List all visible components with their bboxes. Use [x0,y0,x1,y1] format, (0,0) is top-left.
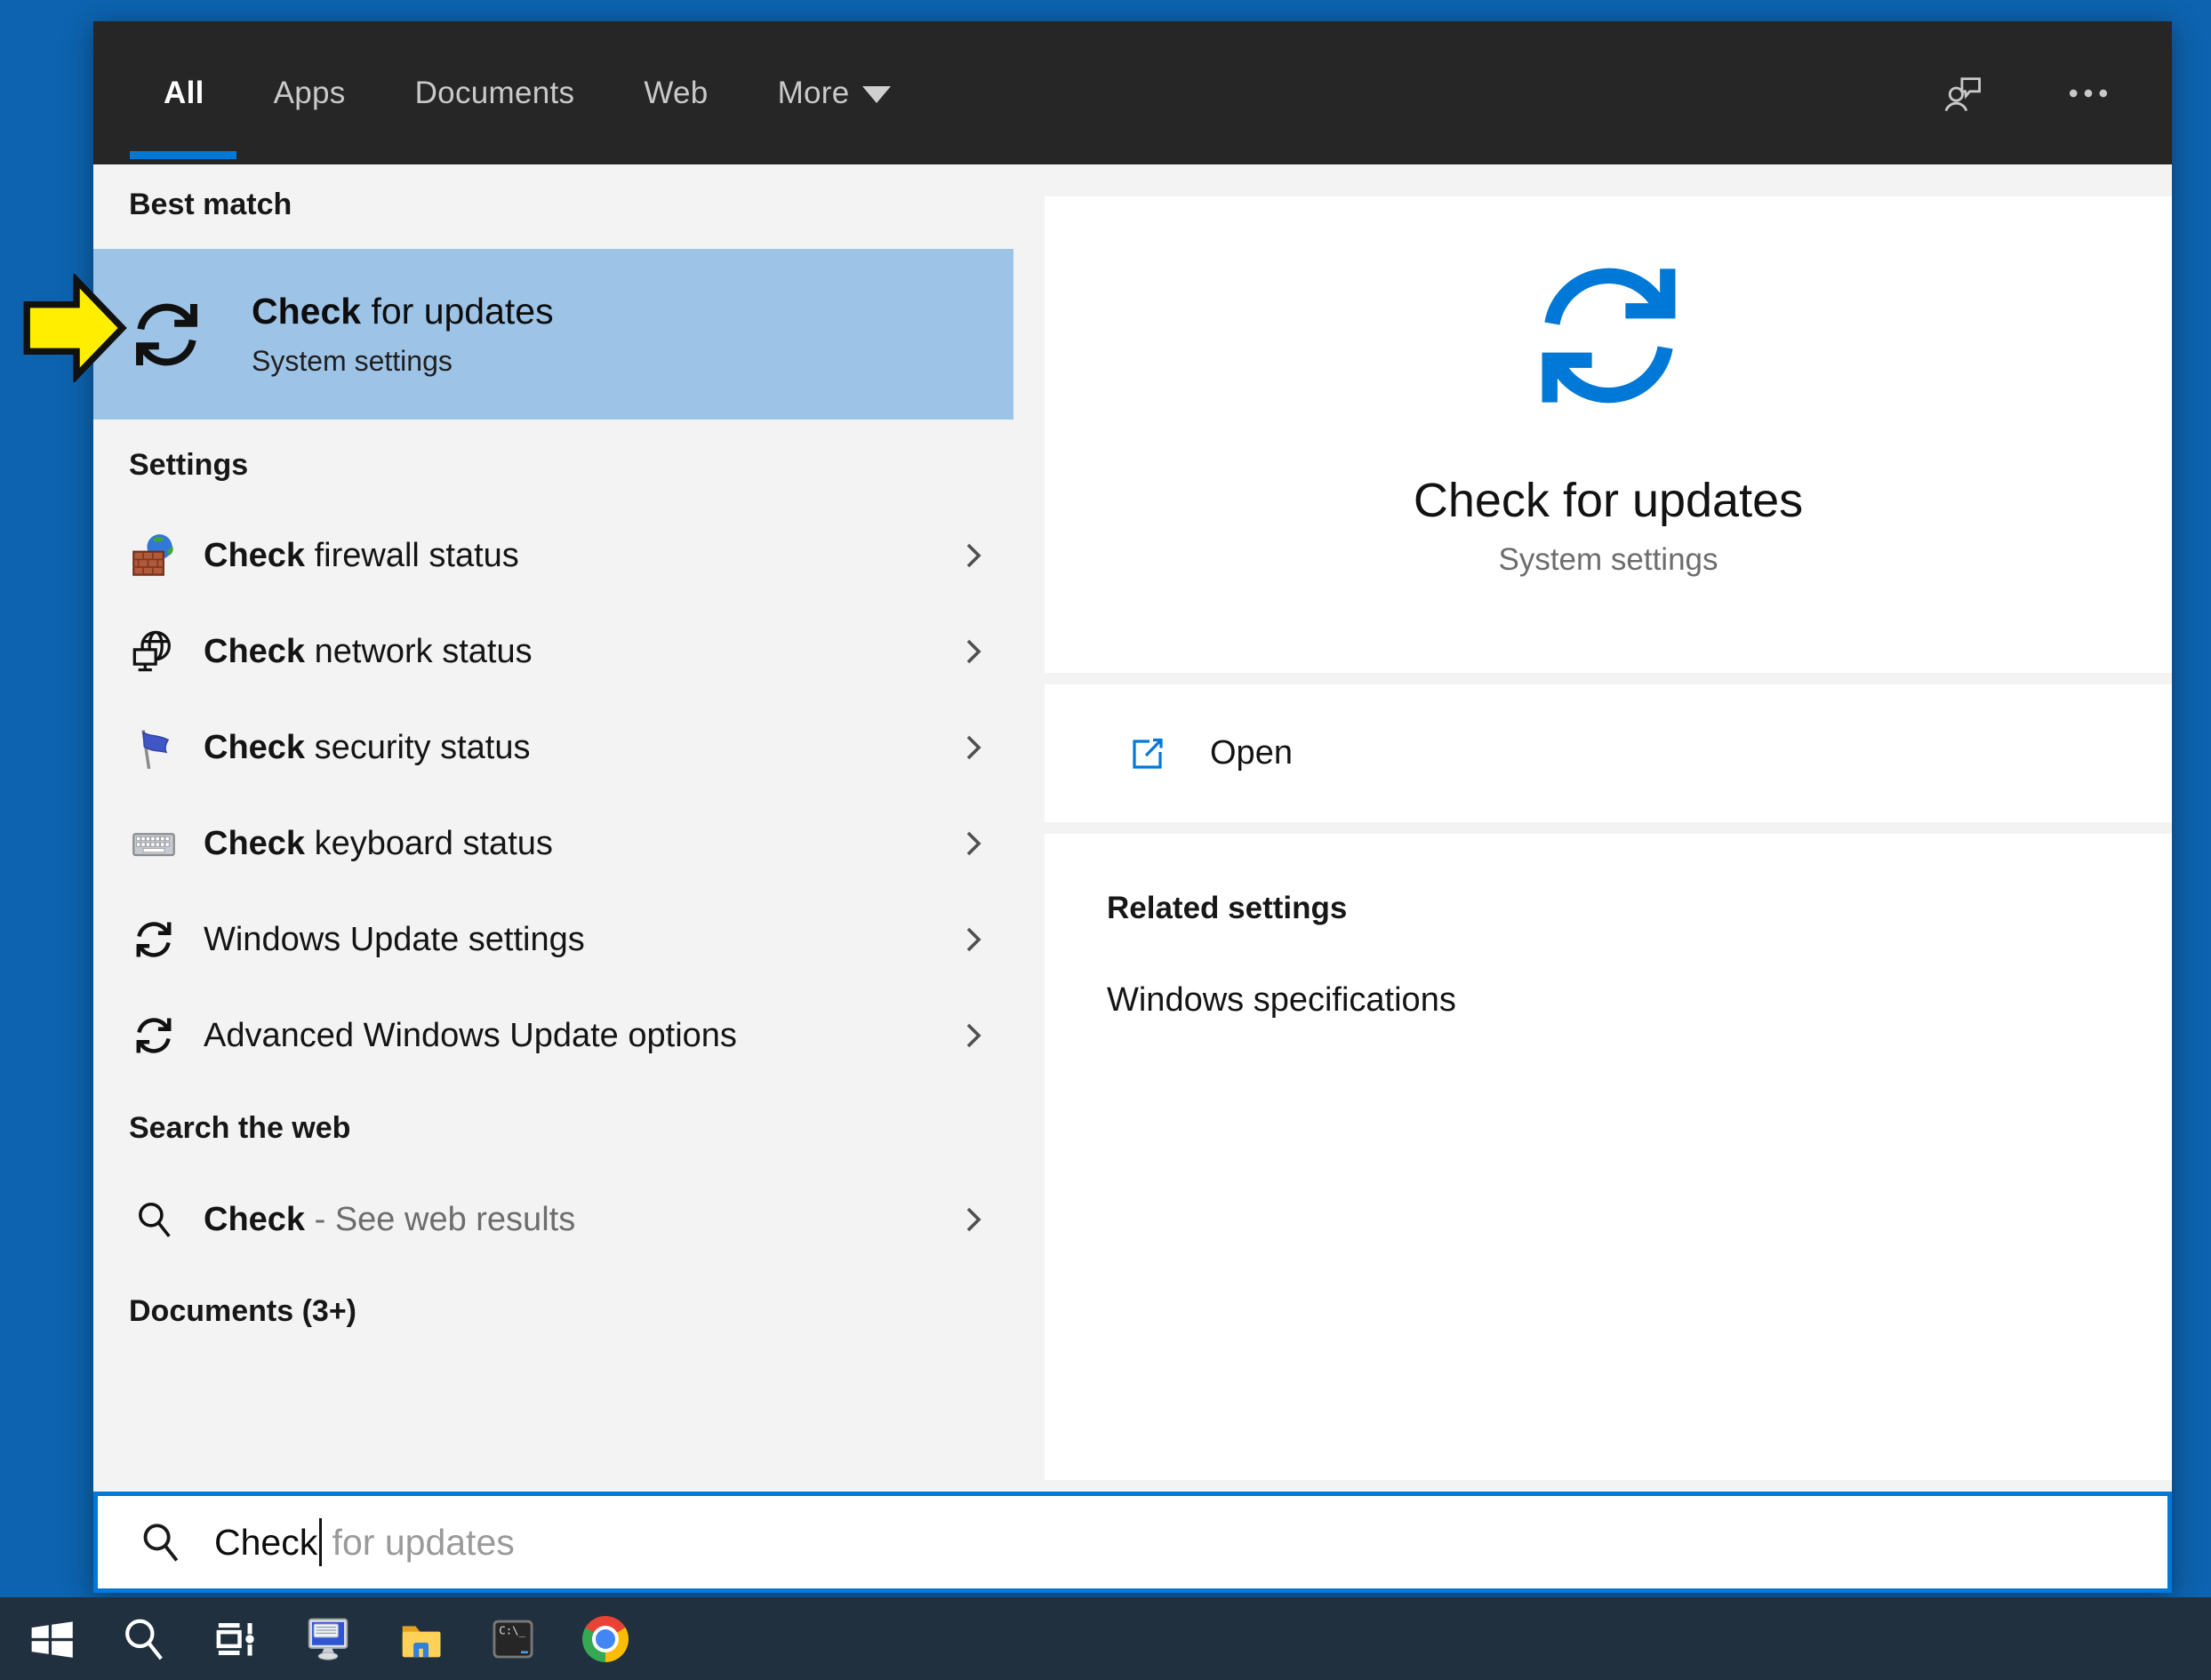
chevron-right-icon[interactable] [958,828,989,859]
search-flyout-window: All Apps Documents Web More Best match C… [93,21,2172,1593]
chevron-right-icon[interactable] [958,1204,989,1235]
chrome-icon [582,1615,629,1662]
command-prompt-button[interactable]: C:\_ [467,1597,559,1680]
chevron-right-icon[interactable] [958,732,989,763]
search-icon [143,1524,179,1563]
remote-desktop-button[interactable] [282,1597,374,1680]
preview-panel: Check for updates System settings Open R… [1045,164,2172,1480]
network-globe-icon [129,627,179,676]
settings-item-check-security-status[interactable]: Check security status [93,700,1013,796]
open-action-row[interactable]: Open [1045,684,2172,822]
tab-more[interactable]: More [778,76,891,111]
desktop: { "tabs": { "items": [ {"label": "All", … [0,0,2211,1680]
task-view-icon [216,1622,254,1656]
search-tabs: All Apps Documents Web More [93,21,891,164]
settings-section-header: Settings [129,448,249,482]
tab-all[interactable]: All [164,76,204,111]
settings-results-list: Check firewall status Check network stat… [93,508,1013,1084]
svg-text:C:\_: C:\_ [499,1624,525,1636]
search-icon [119,1615,167,1663]
search-suggestion-text: for updates [322,1521,515,1563]
tab-web[interactable]: Web [644,76,708,111]
command-prompt-icon: C:\_ [493,1620,533,1658]
monitor-keyboard-icon [308,1618,348,1660]
windows-logo-icon [31,1620,73,1658]
open-external-icon [1133,738,1163,769]
search-results-area: Best match Check for updates System sett… [93,164,2172,1480]
start-button[interactable] [4,1597,97,1680]
sync-icon [129,1011,179,1060]
settings-item-check-network-status[interactable]: Check network status [93,604,1013,700]
best-match-title: Check for updates [252,291,554,332]
file-explorer-button[interactable] [374,1597,467,1680]
best-match-subtitle: System settings [252,345,453,377]
windows-specifications-link[interactable]: Windows specifications [1107,981,2110,1020]
chevron-right-icon[interactable] [958,924,989,955]
search-typed-text: Check [214,1521,318,1563]
results-panel: Best match Check for updates System sett… [93,164,1013,1480]
search-input[interactable]: Check for updates [93,1492,2172,1593]
tab-documents[interactable]: Documents [415,76,575,111]
search-gap [93,1480,2172,1492]
user-feedback-icon[interactable] [1937,72,1989,115]
chevron-down-icon [861,86,891,103]
chevron-right-icon[interactable] [958,1020,989,1051]
taskbar-search-button[interactable] [97,1597,189,1680]
best-match-header: Best match [129,188,292,221]
settings-item-check-firewall-status[interactable]: Check firewall status [93,508,1013,604]
keyboard-icon [129,819,179,868]
tab-apps[interactable]: Apps [274,76,346,111]
best-match-item[interactable]: Check for updates System settings [93,249,1013,420]
chevron-right-icon[interactable] [958,540,989,571]
sync-icon [129,297,204,372]
preview-title: Check for updates [1413,474,1804,527]
taskbar: C:\_ [0,1597,2211,1680]
preview-hero-card: Check for updates System settings [1045,196,2172,673]
web-search-item[interactable]: Check - See web results [93,1172,1013,1268]
file-explorer-icon [402,1625,441,1657]
related-settings-header: Related settings [1107,891,1348,925]
chrome-button[interactable] [559,1597,652,1680]
web-section-header: Search the web [129,1111,351,1145]
active-tab-indicator [130,151,236,159]
search-icon [129,1195,179,1244]
related-settings-card: Related settings Windows specifications [1045,834,2172,1480]
settings-item-windows-update-settings[interactable]: Windows Update settings [93,892,1013,988]
settings-item-check-keyboard-status[interactable]: Check keyboard status [93,796,1013,892]
yellow-arrow-annotation [23,274,127,382]
task-view-button[interactable] [189,1597,282,1680]
settings-item-advanced-windows-update-options[interactable]: Advanced Windows Update options [93,988,1013,1084]
preview-subtitle: System settings [1498,542,1718,577]
documents-section-header: Documents (3+) [129,1294,356,1328]
security-flag-icon [129,723,179,772]
search-header: All Apps Documents Web More [93,21,2172,164]
firewall-icon [129,531,179,580]
sync-icon [1526,253,1691,418]
open-action-label: Open [1210,734,1293,772]
ellipsis-icon[interactable] [2067,72,2110,115]
sync-icon [129,915,179,964]
chevron-right-icon[interactable] [958,636,989,667]
